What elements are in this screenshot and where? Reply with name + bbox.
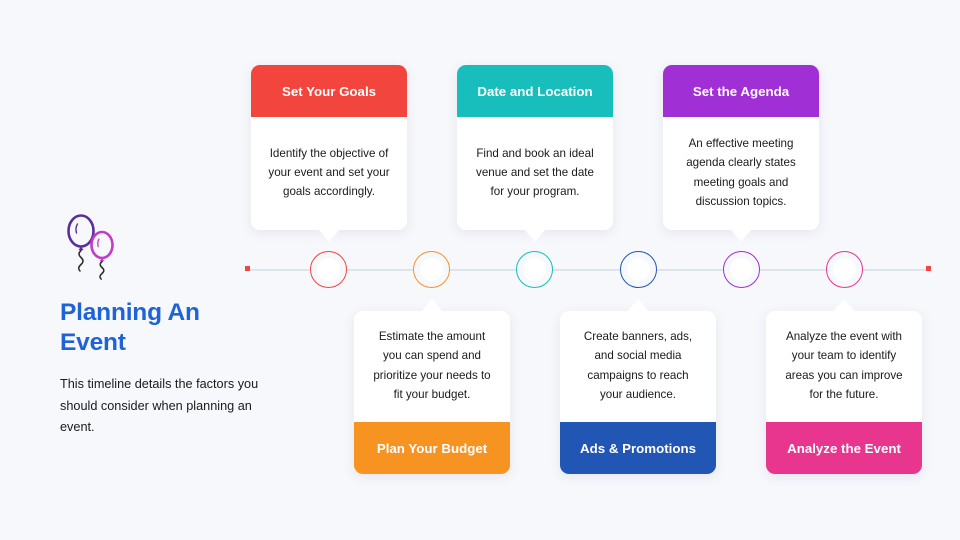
step-card-text: Create banners, ads, and social media ca… [583, 330, 693, 401]
step-card-text: Identify the objective of your event and… [268, 146, 390, 199]
timeline-marker-number: 5 [730, 258, 753, 281]
page-title-line2: Event [60, 328, 126, 356]
step-card-body: Estimate the amount you can spend and pr… [354, 311, 510, 422]
timeline-marker-1[interactable]: 1 [310, 251, 347, 288]
step-card-label[interactable]: Date and Location [457, 65, 613, 117]
step-card-label[interactable]: Ads & Promotions [560, 422, 716, 474]
step-card-pointer [833, 299, 855, 312]
timeline-marker-5[interactable]: 5 [723, 251, 760, 288]
timeline-marker-number: 1 [317, 258, 340, 281]
infographic-canvas: Planning An Event This timeline details … [0, 0, 960, 540]
step-card-pointer [318, 229, 340, 242]
step-card-text: Analyze the event with your team to iden… [785, 330, 903, 401]
step-card-body: Identify the objective of your event and… [251, 117, 407, 230]
step-card-pointer [524, 229, 546, 242]
intro-description: This timeline details the factors you sh… [60, 376, 259, 435]
step-card-6[interactable]: Analyze the event with your team to iden… [766, 299, 922, 474]
step-card-body: Create banners, ads, and social media ca… [560, 311, 716, 422]
step-card-1[interactable]: Set Your Goals Identify the objective of … [251, 65, 407, 242]
step-card-label[interactable]: Set the Agenda [663, 65, 819, 117]
page-title: Planning An Event [60, 298, 275, 358]
step-card-5[interactable]: Set the Agenda An effective meeting agend… [663, 65, 819, 242]
timeline-start-cap [245, 266, 250, 271]
step-card-label[interactable]: Plan Your Budget [354, 422, 510, 474]
step-card-text: An effective meeting agenda clearly stat… [686, 137, 796, 208]
timeline-marker-number: 2 [420, 258, 443, 281]
step-card-3[interactable]: Date and Location Find and book an ideal … [457, 65, 613, 242]
step-card-4[interactable]: Create banners, ads, and social media ca… [560, 299, 716, 474]
timeline-end-cap [926, 266, 931, 271]
step-card-text: Find and book an ideal venue and set the… [476, 146, 594, 199]
step-card-2[interactable]: Estimate the amount you can spend and pr… [354, 299, 510, 474]
timeline-marker-number: 6 [833, 258, 856, 281]
step-card-pointer [421, 299, 443, 312]
page-title-line1: Planning An [60, 299, 200, 326]
intro-block: Planning An Event This timeline details … [60, 212, 275, 439]
step-card-label[interactable]: Analyze the Event [766, 422, 922, 474]
timeline-marker-3[interactable]: 3 [516, 251, 553, 288]
timeline-marker-2[interactable]: 2 [413, 251, 450, 288]
timeline-marker-6[interactable]: 6 [826, 251, 863, 288]
step-card-pointer [627, 299, 649, 312]
step-card-body: An effective meeting agenda clearly stat… [663, 117, 819, 230]
step-card-text: Estimate the amount you can spend and pr… [373, 330, 491, 401]
step-card-pointer [730, 229, 752, 242]
timeline-marker-4[interactable]: 4 [620, 251, 657, 288]
step-card-body: Find and book an ideal venue and set the… [457, 117, 613, 230]
step-card-body: Analyze the event with your team to iden… [766, 311, 922, 422]
timeline-marker-number: 4 [627, 258, 650, 281]
balloons-icon [67, 214, 114, 280]
step-card-label[interactable]: Set Your Goals [251, 65, 407, 117]
timeline-marker-number: 3 [523, 258, 546, 281]
